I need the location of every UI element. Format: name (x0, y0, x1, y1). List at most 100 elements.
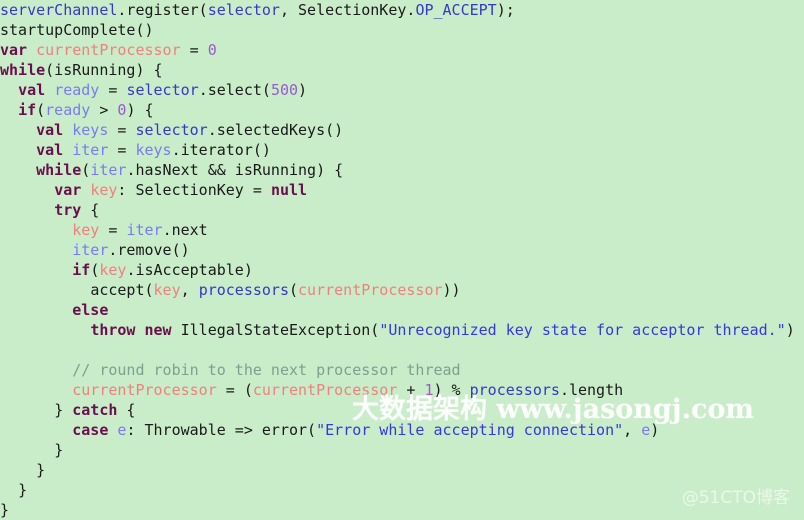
code-line: } (0, 480, 804, 500)
token-local-value: iter (90, 161, 127, 179)
token-keyword: null (270, 181, 308, 199)
token-plain: = ( (216, 381, 253, 399)
token-plain: ( (289, 281, 299, 299)
token-plain: } (54, 401, 73, 419)
token-keyword: case (72, 421, 109, 439)
token-identifier: processors (469, 381, 560, 399)
token-plain: { (117, 401, 136, 419)
code-line: iter.remove() (0, 240, 804, 260)
token-keyword: try (54, 201, 82, 219)
code-line: } (0, 460, 804, 480)
token-variable: key (99, 261, 127, 279)
token-plain: ( (81, 161, 91, 179)
token-identifier: selector (126, 81, 199, 99)
token-identifier: processors (198, 281, 289, 299)
token-plain: + (397, 381, 425, 399)
token-number: 500 (270, 81, 299, 99)
token-plain: ) (298, 81, 308, 99)
token-plain: = (99, 221, 127, 239)
code-listing[interactable]: serverChannel.register(selector, Selecti… (0, 0, 804, 520)
token-identifier: selector (207, 1, 280, 19)
token-plain: , (623, 421, 642, 439)
code-line: else (0, 300, 804, 320)
token-plain: = (99, 81, 127, 99)
token-local-value: keys (135, 141, 172, 159)
token-plain: { (81, 201, 100, 219)
token-keyword: val (36, 121, 64, 139)
code-line: currentProcessor = (currentProcessor + 1… (0, 380, 804, 400)
token-plain: .iterator() (171, 141, 271, 159)
code-line: while(isRunning) { (0, 60, 804, 80)
token-identifier: selector (135, 121, 208, 139)
token-keyword: while (36, 161, 82, 179)
code-line: var key: SelectionKey = null (0, 180, 804, 200)
token-plain: ( (36, 101, 46, 119)
token-number: 1 (424, 381, 434, 399)
code-line: throw new IllegalStateException("Unrecog… (0, 320, 804, 340)
code-line: accept(key, processors(currentProcessor)… (0, 280, 804, 300)
token-plain: .selectedKeys() (207, 121, 344, 139)
token-local-value: e (641, 421, 651, 439)
token-plain: } (0, 501, 10, 519)
token-plain: .hasNext && isRunning) { (126, 161, 344, 179)
token-string: "Error while accepting connection" (316, 421, 624, 439)
code-line: case e: Throwable => error("Error while … (0, 420, 804, 440)
token-keyword: var (0, 41, 28, 59)
code-line: while(iter.hasNext && isRunning) { (0, 160, 804, 180)
token-keyword: throw (90, 321, 136, 339)
code-line: serverChannel.register(selector, Selecti… (0, 0, 804, 20)
token-plain: .select( (198, 81, 271, 99)
token-plain: .length (559, 381, 624, 399)
token-keyword: else (72, 301, 109, 319)
token-variable: key (72, 221, 100, 239)
token-plain: ); (496, 1, 515, 19)
code-line: val iter = keys.iterator() (0, 140, 804, 160)
token-plain: } (54, 441, 64, 459)
token-string: "Unrecognized key state for acceptor thr… (379, 321, 786, 339)
token-plain: > (90, 101, 118, 119)
token-comment: // round robin to the next processor thr… (72, 361, 461, 379)
token-local-value: ready (45, 101, 91, 119)
code-line: // round robin to the next processor thr… (0, 360, 804, 380)
token-plain: : SelectionKey = (117, 181, 271, 199)
token-plain: .next (162, 221, 208, 239)
token-keyword: val (36, 141, 64, 159)
code-line: key = iter.next (0, 220, 804, 240)
code-line: try { (0, 200, 804, 220)
token-plain: .remove() (108, 241, 190, 259)
token-variable: key (153, 281, 181, 299)
token-plain: , SelectionKey. (279, 1, 416, 19)
token-number: 0 (207, 41, 217, 59)
token-variable: currentProcessor (298, 281, 443, 299)
token-identifier: serverChannel (0, 1, 118, 19)
token-keyword: if (72, 261, 91, 279)
token-plain: startupComplete() (0, 21, 154, 39)
token-plain: = (180, 41, 208, 59)
token-plain: ) % (433, 381, 470, 399)
token-plain: accept( (90, 281, 154, 299)
token-plain: ) (785, 321, 795, 339)
token-plain: , (180, 281, 199, 299)
code-line: var currentProcessor = 0 (0, 40, 804, 60)
token-plain: .register( (117, 1, 208, 19)
token-plain: ( (90, 261, 100, 279)
token-plain: (isRunning) { (45, 61, 163, 79)
